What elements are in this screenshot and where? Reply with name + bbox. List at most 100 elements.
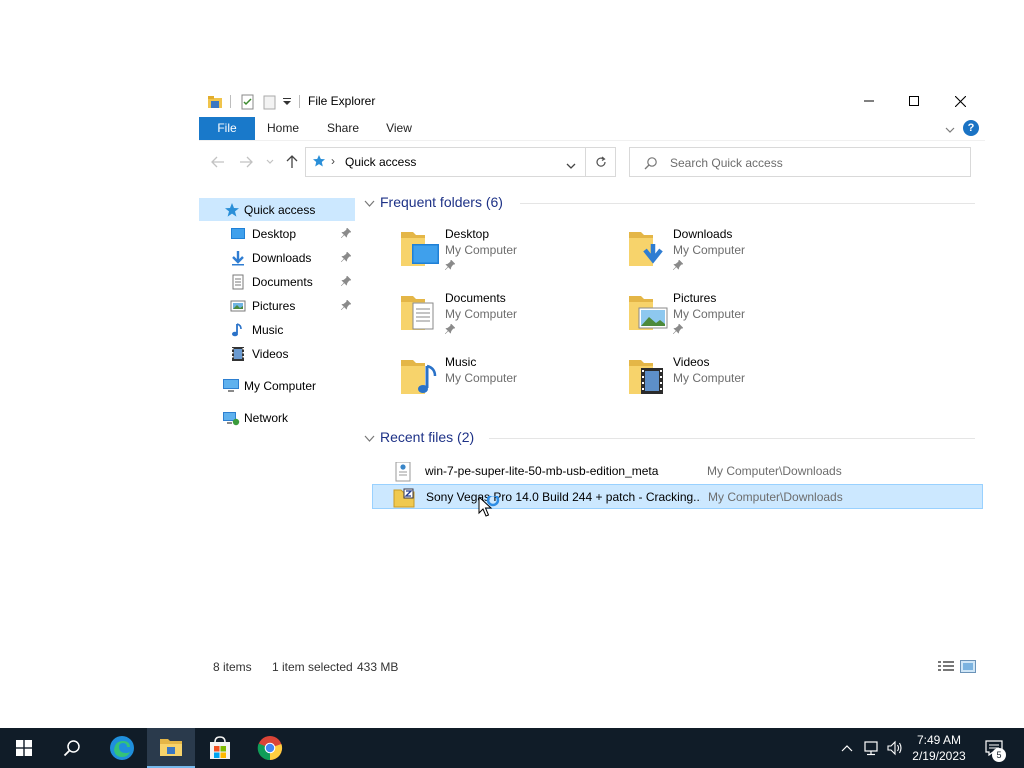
maximize-button[interactable] bbox=[891, 86, 937, 116]
nav-item-music[interactable]: Music bbox=[199, 318, 355, 341]
close-button[interactable] bbox=[937, 86, 983, 116]
nav-item-my-computer[interactable]: My Computer bbox=[199, 374, 355, 397]
pin-icon[interactable] bbox=[340, 275, 352, 289]
up-button[interactable] bbox=[283, 153, 301, 171]
help-icon[interactable]: ? bbox=[963, 120, 979, 136]
refresh-icon bbox=[595, 156, 606, 167]
tab-share[interactable]: Share bbox=[321, 117, 365, 140]
selection-count: 1 item selected bbox=[272, 660, 353, 674]
chrome-icon bbox=[257, 736, 283, 761]
start-icon bbox=[16, 740, 32, 756]
file-icon bbox=[392, 461, 414, 482]
folder-tile-pictures[interactable]: Pictures My Computer bbox=[627, 290, 847, 350]
recent-file-row-selected[interactable]: Sony Vegas Pro 14.0 Build 244 + patch - … bbox=[372, 484, 983, 509]
collapse-chevron-icon[interactable] bbox=[364, 432, 375, 446]
quick-access-star-icon bbox=[312, 154, 326, 171]
close-icon bbox=[954, 95, 966, 107]
download-icon bbox=[230, 250, 246, 266]
search-icon bbox=[63, 740, 80, 757]
forward-arrow-icon bbox=[240, 156, 253, 168]
minimize-button[interactable] bbox=[846, 86, 892, 116]
document-icon bbox=[230, 274, 246, 290]
item-count: 8 items bbox=[213, 660, 252, 674]
window-title: File Explorer bbox=[308, 94, 376, 108]
music-folder-icon bbox=[399, 354, 443, 398]
show-hidden-icons-button[interactable] bbox=[838, 728, 856, 768]
action-center-button[interactable] bbox=[980, 728, 1008, 768]
navigation-pane: Quick access Desktop Downloads Documents bbox=[199, 198, 355, 638]
folder-app-icon bbox=[207, 94, 223, 110]
taskbar-clock[interactable]: 7:49 AM 2/19/2023 bbox=[900, 732, 978, 764]
computer-icon bbox=[222, 378, 239, 394]
search-input[interactable]: Search Quick access bbox=[629, 147, 971, 177]
tab-file[interactable]: File bbox=[199, 117, 255, 140]
archive-file-icon bbox=[393, 488, 415, 508]
breadcrumb-separator[interactable]: › bbox=[331, 154, 335, 168]
tab-view[interactable]: View bbox=[381, 117, 417, 140]
tab-home[interactable]: Home bbox=[263, 117, 303, 140]
nav-item-downloads[interactable]: Downloads bbox=[199, 246, 355, 269]
pin-icon[interactable] bbox=[340, 299, 352, 313]
search-icon bbox=[644, 156, 658, 173]
nav-item-videos[interactable]: Videos bbox=[199, 342, 355, 365]
file-explorer-window: File Explorer File Home Share View ? › Q… bbox=[199, 86, 985, 687]
recent-files-header[interactable]: Recent files (2) bbox=[361, 427, 975, 449]
documents-folder-icon bbox=[399, 290, 443, 334]
folder-tile-music[interactable]: Music My Computer bbox=[399, 354, 619, 414]
collapse-chevron-icon[interactable] bbox=[364, 197, 375, 211]
customize-toolbar-icon[interactable] bbox=[282, 95, 298, 111]
maximize-icon bbox=[909, 96, 919, 106]
pin-icon bbox=[444, 323, 456, 337]
recent-locations-button[interactable] bbox=[261, 153, 279, 171]
details-view-icon[interactable] bbox=[938, 660, 954, 673]
pin-icon[interactable] bbox=[340, 251, 352, 265]
taskbar-chrome[interactable] bbox=[246, 728, 294, 768]
large-icons-view-icon[interactable] bbox=[960, 660, 976, 673]
nav-item-pictures[interactable]: Pictures bbox=[199, 294, 355, 317]
address-dropdown-icon[interactable] bbox=[566, 159, 576, 173]
downloads-folder-icon bbox=[627, 226, 671, 270]
folder-tile-desktop[interactable]: Desktop My Computer bbox=[399, 226, 619, 286]
chevron-up-icon bbox=[841, 745, 853, 752]
taskbar-search-button[interactable] bbox=[48, 728, 96, 768]
selection-size: 433 MB bbox=[357, 660, 399, 674]
pin-icon[interactable] bbox=[340, 227, 352, 241]
taskbar-edge[interactable] bbox=[98, 728, 146, 768]
properties-icon[interactable] bbox=[240, 94, 256, 110]
ribbon-tabs: File Home Share View ? bbox=[199, 117, 985, 140]
address-row: › Quick access Search Quick access bbox=[199, 140, 985, 182]
expand-ribbon-icon[interactable] bbox=[945, 123, 955, 137]
folder-tile-downloads[interactable]: Downloads My Computer bbox=[627, 226, 847, 286]
notification-badge: 5 bbox=[992, 748, 1006, 762]
chevron-down-icon bbox=[266, 159, 274, 164]
video-icon bbox=[230, 346, 246, 362]
back-button[interactable] bbox=[209, 153, 227, 171]
refresh-button[interactable] bbox=[586, 147, 616, 177]
network-tray-button[interactable] bbox=[860, 728, 882, 768]
folder-tile-videos[interactable]: Videos My Computer bbox=[627, 354, 847, 414]
file-explorer-icon bbox=[160, 739, 182, 756]
music-icon bbox=[230, 322, 246, 338]
nav-item-desktop[interactable]: Desktop bbox=[199, 222, 355, 245]
new-folder-icon[interactable] bbox=[262, 94, 278, 110]
address-bar[interactable]: › Quick access bbox=[305, 147, 586, 177]
start-button[interactable] bbox=[0, 728, 48, 768]
nav-item-quick-access[interactable]: Quick access bbox=[199, 198, 355, 221]
up-arrow-icon bbox=[286, 155, 298, 168]
recent-file-row[interactable]: win-7-pe-super-lite-50-mb-usb-edition_me… bbox=[372, 459, 983, 484]
clock-date: 2/19/2023 bbox=[912, 749, 966, 763]
taskbar-file-explorer[interactable] bbox=[147, 728, 195, 768]
desktop-folder-icon bbox=[399, 226, 443, 270]
nav-item-documents[interactable]: Documents bbox=[199, 270, 355, 293]
frequent-folders-header[interactable]: Frequent folders (6) bbox=[361, 192, 975, 214]
taskbar-store[interactable] bbox=[196, 728, 244, 768]
clock-time: 7:49 AM bbox=[916, 733, 962, 747]
breadcrumb-location[interactable]: Quick access bbox=[345, 155, 416, 169]
quick-access-star-icon bbox=[224, 202, 240, 218]
forward-button[interactable] bbox=[237, 153, 255, 171]
network-status-icon bbox=[864, 741, 878, 756]
picture-icon bbox=[230, 298, 246, 314]
status-bar: 8 items 1 item selected 433 MB bbox=[199, 656, 985, 676]
nav-item-network[interactable]: Network bbox=[199, 406, 355, 429]
folder-tile-documents[interactable]: Documents My Computer bbox=[399, 290, 619, 350]
